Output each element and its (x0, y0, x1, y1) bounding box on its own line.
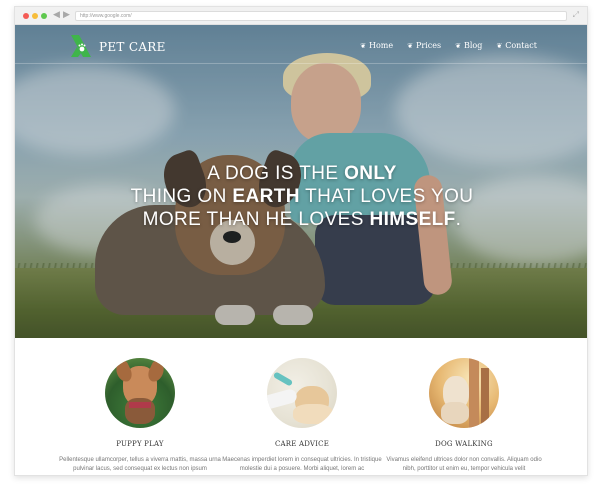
feature-dog-walking: DOG WALKING Vivamus eleifend ultrices do… (379, 358, 549, 474)
features-section: PUPPY PLAY Pellentesque ullamcorper, tel… (15, 338, 587, 475)
dog-walking-photo[interactable] (429, 358, 499, 428)
feature-care-advice: CARE ADVICE Maecenas imperdiet lorem in … (217, 358, 387, 474)
puppy-photo[interactable] (105, 358, 175, 428)
feature-puppy-play: PUPPY PLAY Pellentesque ullamcorper, tel… (55, 358, 225, 474)
nav-item-blog[interactable]: ❦ Blog (455, 41, 482, 50)
paw-logo-icon[interactable] (69, 33, 93, 59)
brand-name[interactable]: PET CARE (99, 40, 166, 54)
feature-text: Vivamus eleifend ultrices dolor non conv… (386, 457, 542, 472)
nav-label: Blog (463, 41, 483, 50)
close-window-button[interactable] (23, 13, 29, 19)
quote-line-3: MORE THAN HE LOVES HIMSELF. (142, 209, 462, 230)
browser-toolbar: ◀ ▶ http://www.google.com/ ⤢ (15, 7, 587, 25)
browser-window: ◀ ▶ http://www.google.com/ ⤢ PET CARE ❦ … (14, 6, 588, 476)
hero-section: PET CARE ❦ Home ❦ Prices ❦ Blog ❦ Contac… (15, 25, 587, 338)
feature-text: Maecenas imperdiet lorem in consequat ul… (222, 457, 382, 472)
paw-icon: ❦ (496, 41, 503, 50)
nav-label: Prices (416, 41, 442, 50)
main-nav: ❦ Home ❦ Prices ❦ Blog ❦ Contact (360, 41, 537, 50)
feature-title: DOG WALKING (435, 440, 493, 448)
minimize-window-button[interactable] (32, 13, 38, 19)
maximize-window-button[interactable] (41, 13, 47, 19)
paw-icon: ❦ (360, 41, 366, 50)
nav-label: Contact (505, 41, 537, 50)
feature-title: PUPPY PLAY (116, 440, 164, 448)
header-divider (15, 63, 587, 64)
paw-icon: ❦ (455, 41, 461, 50)
quote-line-1: A DOG IS THE ONLY (207, 163, 397, 184)
quote-line-2: THING ON EARTH THAT LOVES YOU (130, 186, 474, 207)
nav-label: Home (369, 41, 394, 50)
forward-arrow-icon[interactable]: ▶ (63, 10, 70, 20)
back-arrow-icon[interactable]: ◀ (53, 10, 60, 20)
feature-title: CARE ADVICE (274, 440, 330, 448)
nav-item-prices[interactable]: ❦ Prices (407, 41, 441, 50)
address-bar[interactable]: http://www.google.com/ (75, 11, 567, 21)
feature-text: Pellentesque ullamcorper, tellus a viver… (59, 457, 221, 472)
vet-photo[interactable] (267, 358, 337, 428)
nav-item-contact[interactable]: ❦ Contact (496, 41, 537, 50)
fullscreen-icon[interactable]: ⤢ (573, 10, 579, 20)
nav-item-home[interactable]: ❦ Home (360, 41, 393, 50)
paw-icon: ❦ (407, 41, 413, 50)
hero-quote: A DOG IS THE ONLY THING ON EARTH THAT LO… (15, 162, 587, 231)
